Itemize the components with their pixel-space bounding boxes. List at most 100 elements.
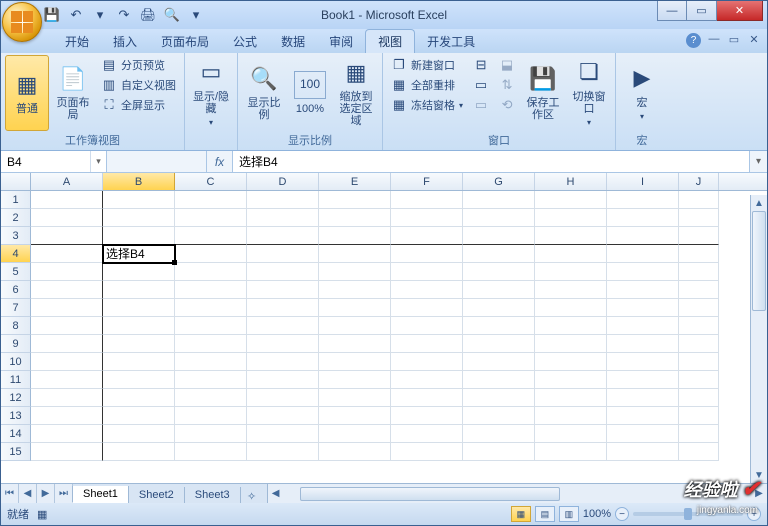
- cell[interactable]: [679, 209, 719, 227]
- undo-button[interactable]: ↶: [65, 4, 87, 26]
- new-window-button[interactable]: ❐新建窗口: [387, 55, 467, 75]
- hide-button[interactable]: ▭: [469, 75, 493, 95]
- row-header[interactable]: 12: [1, 389, 31, 407]
- col-header-b[interactable]: B: [103, 173, 175, 190]
- normal-view-icon[interactable]: ▦: [511, 506, 531, 522]
- cell[interactable]: [535, 227, 607, 245]
- cell[interactable]: [247, 443, 319, 461]
- cell[interactable]: [247, 353, 319, 371]
- cell[interactable]: [463, 443, 535, 461]
- sheet-nav-next[interactable]: ▶: [37, 484, 55, 503]
- col-header-i[interactable]: I: [607, 173, 679, 190]
- cell[interactable]: [319, 443, 391, 461]
- cell[interactable]: [175, 425, 247, 443]
- cell[interactable]: [31, 389, 103, 407]
- cell[interactable]: [175, 317, 247, 335]
- cell[interactable]: [607, 317, 679, 335]
- page-break-preview-button[interactable]: ▤分页预览: [97, 55, 180, 75]
- cell[interactable]: [607, 191, 679, 209]
- custom-views-button[interactable]: ▥自定义视图: [97, 75, 180, 95]
- cell[interactable]: [175, 263, 247, 281]
- cell[interactable]: [31, 209, 103, 227]
- sheet-nav-first[interactable]: ⏮: [1, 484, 19, 503]
- cell[interactable]: [607, 443, 679, 461]
- cell[interactable]: [103, 263, 175, 281]
- select-all-corner[interactable]: [1, 173, 31, 190]
- cell[interactable]: [103, 317, 175, 335]
- cell[interactable]: [31, 407, 103, 425]
- cell[interactable]: [247, 425, 319, 443]
- insert-sheet-button[interactable]: ✧: [241, 490, 263, 503]
- cell[interactable]: [391, 245, 463, 263]
- cell[interactable]: [103, 209, 175, 227]
- save-button[interactable]: 💾: [41, 4, 63, 26]
- formula-expand[interactable]: ▾: [749, 151, 767, 172]
- cell[interactable]: [31, 443, 103, 461]
- zoom-out-button[interactable]: −: [615, 507, 629, 521]
- cell[interactable]: [463, 281, 535, 299]
- fx-button[interactable]: fx: [207, 151, 233, 172]
- col-header-h[interactable]: H: [535, 173, 607, 190]
- cell[interactable]: [247, 407, 319, 425]
- tab-formulas[interactable]: 公式: [221, 30, 269, 53]
- cell[interactable]: [391, 443, 463, 461]
- sheet-nav-prev[interactable]: ◀: [19, 484, 37, 503]
- cell[interactable]: [463, 263, 535, 281]
- cell[interactable]: [319, 245, 391, 263]
- tab-review[interactable]: 审阅: [317, 30, 365, 53]
- cell[interactable]: [31, 335, 103, 353]
- cell[interactable]: [247, 371, 319, 389]
- row-header[interactable]: 8: [1, 317, 31, 335]
- formula-input[interactable]: 选择B4: [233, 151, 749, 172]
- cell[interactable]: [535, 389, 607, 407]
- cell[interactable]: [391, 263, 463, 281]
- cell[interactable]: [463, 389, 535, 407]
- cell[interactable]: [319, 227, 391, 245]
- cell[interactable]: [391, 317, 463, 335]
- vscroll-up[interactable]: ▲: [751, 195, 767, 211]
- close-button[interactable]: ✕: [717, 1, 763, 21]
- cell[interactable]: [247, 299, 319, 317]
- view-side-button[interactable]: ⬓: [495, 55, 519, 75]
- cell[interactable]: [391, 335, 463, 353]
- cell[interactable]: [319, 191, 391, 209]
- save-workspace-button[interactable]: 💾 保存工作区: [521, 55, 565, 131]
- cell[interactable]: [679, 263, 719, 281]
- cell[interactable]: [535, 425, 607, 443]
- freeze-panes-button[interactable]: ▦冻结窗格▾: [387, 95, 467, 115]
- col-header-f[interactable]: F: [391, 173, 463, 190]
- maximize-button[interactable]: ▭: [687, 1, 717, 21]
- cell[interactable]: [175, 191, 247, 209]
- cell[interactable]: [535, 191, 607, 209]
- row-header[interactable]: 9: [1, 335, 31, 353]
- cell[interactable]: [175, 209, 247, 227]
- cell[interactable]: [103, 353, 175, 371]
- cell[interactable]: [319, 335, 391, 353]
- switch-windows-button[interactable]: ❏ 切换窗口 ▾: [567, 55, 611, 131]
- cell[interactable]: [175, 245, 247, 263]
- mdi-restore[interactable]: ▭: [727, 32, 741, 46]
- cell[interactable]: [535, 353, 607, 371]
- macro-record-icon[interactable]: ▦: [37, 508, 47, 521]
- cell[interactable]: [463, 209, 535, 227]
- cell[interactable]: [607, 353, 679, 371]
- print-button[interactable]: 🖨: [137, 4, 159, 26]
- cell[interactable]: [247, 335, 319, 353]
- cell[interactable]: [679, 191, 719, 209]
- cell[interactable]: [463, 299, 535, 317]
- qat-customize[interactable]: ▾: [185, 4, 207, 26]
- cell[interactable]: [535, 263, 607, 281]
- sheet-nav-last[interactable]: ⏭: [55, 484, 73, 503]
- cell[interactable]: [607, 281, 679, 299]
- cell[interactable]: [247, 209, 319, 227]
- cell[interactable]: [607, 299, 679, 317]
- cell[interactable]: [391, 389, 463, 407]
- cell[interactable]: [247, 317, 319, 335]
- tab-page-layout[interactable]: 页面布局: [149, 30, 221, 53]
- cell[interactable]: [247, 245, 319, 263]
- cell[interactable]: [103, 371, 175, 389]
- cell[interactable]: [607, 425, 679, 443]
- col-header-a[interactable]: A: [31, 173, 103, 190]
- cell[interactable]: [607, 209, 679, 227]
- cell[interactable]: [31, 227, 103, 245]
